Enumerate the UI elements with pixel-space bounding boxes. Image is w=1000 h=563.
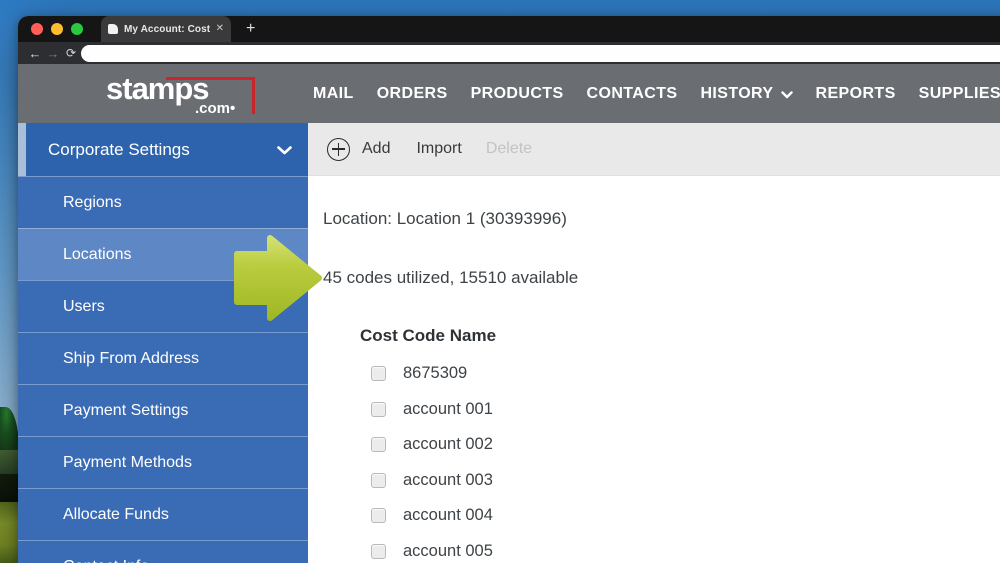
sidebar-item-label: Allocate Funds [63,505,169,523]
browser-tab[interactable]: My Account: Cost Codes | Stamp ✕ [101,16,231,42]
nav-item[interactable]: HISTORY [700,84,793,103]
delete-button: Delete [485,140,533,157]
browser-toolbar: ← → ⟳ [18,42,1000,64]
sidebar-item[interactable]: Contact Info [18,540,308,563]
chevron-down-icon [780,90,793,98]
table-row: account 001 [323,392,1000,428]
cost-code-name: account 003 [403,470,493,489]
new-tab-button[interactable]: + [246,21,255,37]
table-row: account 004 [323,498,1000,534]
minimize-window-button[interactable] [51,23,63,35]
sidebar-item-label: Payment Settings [63,401,189,419]
close-window-button[interactable] [31,23,43,35]
sidebar-item[interactable]: Allocate Funds [18,488,308,540]
nav-item[interactable]: SUPPLIES [919,85,1000,103]
sidebar-item[interactable]: Users [18,280,308,332]
logo-text: stamps [106,71,210,106]
tab-strip: My Account: Cost Codes | Stamp ✕ + [18,16,1000,42]
reload-icon[interactable]: ⟳ [62,47,80,59]
cost-code-name: account 004 [403,506,493,525]
import-button[interactable]: Import [416,140,461,158]
sidebar-item-label: Locations [63,245,132,263]
sidebar-item[interactable]: Payment Settings [18,384,308,436]
window-controls [31,23,83,35]
table-row: account 003 [323,463,1000,499]
table-row: 8675309 [323,356,1000,392]
sidebar-item[interactable]: Locations [18,228,308,280]
wallpaper-green-shape [0,407,19,453]
forward-icon: → [46,45,60,61]
add-button[interactable]: Add [362,140,390,158]
address-bar[interactable] [81,45,1000,62]
sidebar: Corporate Settings Regions Locations Use… [18,123,308,563]
usage-line: 45 codes utilized, 15510 available [323,268,579,287]
nav-item[interactable]: MAIL [313,85,354,103]
chevron-down-icon [277,145,292,154]
add-plus-icon[interactable] [327,137,350,161]
sidebar-item[interactable]: Ship From Address [18,332,308,384]
sidebar-item[interactable]: Payment Methods [18,436,308,488]
sidebar-item[interactable]: Regions [18,176,308,228]
stamps-logo[interactable]: stamps .com• [106,73,266,117]
tab-title: My Account: Cost Codes | Stamp [124,23,212,35]
wallpaper-dark-shape [0,474,19,504]
nav-item-label: MAIL [313,84,354,102]
nav-item[interactable]: REPORTS [816,85,896,103]
main-column: Add Import Delete Location: Location 1 (… [308,123,1000,563]
nav-item-label: REPORTS [815,84,896,102]
table-row: account 005 [323,534,1000,563]
tab-favicon [108,24,118,34]
row-checkbox[interactable] [371,508,386,524]
row-checkbox[interactable] [371,366,386,382]
nav-item-label: SUPPLIES [918,84,1000,102]
sidebar-header-corporate-settings[interactable]: Corporate Settings [18,123,308,176]
wallpaper-grass-shape [0,502,19,563]
nav-item-label: HISTORY [700,84,774,102]
nav-item[interactable]: ORDERS [377,85,448,103]
cost-codes-toolbar: Add Import Delete [308,123,1000,176]
sidebar-item-label: Ship From Address [63,349,200,367]
row-checkbox[interactable] [371,401,386,417]
cost-code-name: account 005 [403,541,493,560]
primary-nav: MAIL ORDERS PRODUCTS CONTACTS HISTORY RE… [313,64,1000,123]
table-row: account 002 [323,427,1000,463]
nav-item[interactable]: PRODUCTS [471,85,564,103]
tab-close-icon[interactable]: ✕ [216,24,224,34]
zoom-window-button[interactable] [71,23,83,35]
sidebar-item-label: Payment Methods [63,453,192,471]
row-checkbox[interactable] [371,472,386,488]
nav-item-label: ORDERS [376,84,448,102]
sidebar-item-label: Contact Info [63,558,149,563]
browser-window: My Account: Cost Codes | Stamp ✕ + ← → ⟳… [18,16,1000,563]
sidebar-items: Regions Locations Users Ship From Addres… [18,176,308,563]
sidebar-header-label: Corporate Settings [48,139,190,159]
sidebar-item-label: Users [63,297,105,315]
row-checkbox[interactable] [371,543,386,559]
row-checkbox[interactable] [371,437,386,453]
nav-item-label: PRODUCTS [470,84,564,102]
nav-item-label: CONTACTS [586,84,678,102]
cost-code-name: account 002 [403,435,493,454]
nav-item[interactable]: CONTACTS [587,85,678,103]
logo-com-text: .com• [195,100,236,117]
cost-code-name: 8675309 [403,364,468,383]
cost-code-name-header: Cost Code Name [360,326,497,345]
sidebar-item-label: Regions [63,193,122,211]
wallpaper-green-shape [0,450,19,476]
location-line: Location: Location 1 (30393996) [323,209,567,228]
page-content: Corporate Settings Regions Locations Use… [18,123,1000,563]
cost-codes-panel: Location: Location 1 (30393996) 45 codes… [308,176,1000,563]
site-header: stamps .com• MAIL ORDERS PRODUCTS CONTAC… [18,64,1000,123]
back-icon[interactable]: ← [26,47,44,60]
cost-code-name: account 001 [403,399,493,418]
cost-code-rows: 8675309 account 001 account 002 account … [323,356,1000,563]
